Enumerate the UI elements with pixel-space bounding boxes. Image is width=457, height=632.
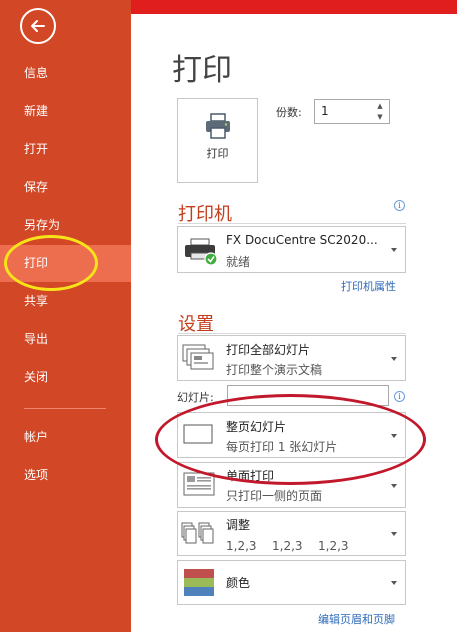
backstage-sidebar: 信息 新建 打开 保存 另存为 打印 共享 导出 关闭 帐户 选项 xyxy=(0,0,131,632)
sidebar-divider xyxy=(24,408,106,409)
chevron-down-icon xyxy=(391,357,397,361)
chevron-down-icon xyxy=(391,248,397,252)
collated-icon xyxy=(181,522,214,544)
arrow-left-icon xyxy=(31,20,45,32)
collate-col-3: 1,2,3 xyxy=(318,539,349,553)
color-main: 颜色 xyxy=(226,576,251,590)
sidebar-item-options[interactable]: 选项 xyxy=(0,457,131,494)
printer-status: 就绪 xyxy=(226,255,251,269)
color-swatch-icon xyxy=(184,569,214,596)
collate-main: 调整 xyxy=(226,518,251,532)
printer-properties-link[interactable]: 打印机属性 xyxy=(341,278,396,294)
chevron-down-icon xyxy=(391,532,397,536)
annotation-red-ellipse xyxy=(155,394,426,485)
collate-col-2: 1,2,3 xyxy=(272,539,303,553)
sidebar-item-save[interactable]: 保存 xyxy=(0,169,131,206)
annotation-yellow-circle xyxy=(4,235,98,291)
printer-info-icon[interactable]: i xyxy=(394,200,405,211)
copies-increment-icon[interactable]: ▲ xyxy=(375,101,385,111)
sidebar-item-open[interactable]: 打开 xyxy=(0,131,131,168)
sidebar-item-account[interactable]: 帐户 xyxy=(0,419,131,456)
sidebar-item-info[interactable]: 信息 xyxy=(0,55,131,92)
collate-dropdown[interactable]: 调整 1,2,3 1,2,3 1,2,3 xyxy=(177,511,406,556)
print-range-sub: 打印整个演示文稿 xyxy=(226,363,323,377)
edit-header-footer-link[interactable]: 编辑页眉和页脚 xyxy=(318,611,395,627)
printer-dropdown[interactable]: FX DocuCentre SC2020... 就绪 xyxy=(177,226,406,273)
copies-label: 份数: xyxy=(276,106,302,119)
print-button[interactable]: 打印 xyxy=(177,98,258,183)
collate-order: 1,2,3 1,2,3 1,2,3 xyxy=(226,539,364,553)
collate-col-1: 1,2,3 xyxy=(226,539,257,553)
color-dropdown[interactable]: 颜色 xyxy=(177,560,406,605)
copies-decrement-icon[interactable]: ▼ xyxy=(375,112,385,122)
printer-icon xyxy=(206,113,230,139)
chevron-down-icon xyxy=(391,484,397,488)
title-bar-strip xyxy=(131,0,457,14)
sidebar-item-new[interactable]: 新建 xyxy=(0,93,131,130)
copies-stepper[interactable]: 1 ▲ ▼ xyxy=(314,99,390,124)
printer-name: FX DocuCentre SC2020... xyxy=(226,233,378,247)
chevron-down-icon xyxy=(391,581,397,585)
sidebar-item-export[interactable]: 导出 xyxy=(0,321,131,358)
all-slides-icon xyxy=(182,344,214,370)
slides-info-icon[interactable]: i xyxy=(394,391,405,402)
settings-section-divider xyxy=(178,333,406,334)
page-title: 打印 xyxy=(172,53,232,88)
back-button[interactable] xyxy=(20,8,56,44)
print-range-dropdown[interactable]: 打印全部幻灯片 打印整个演示文稿 xyxy=(177,335,406,381)
print-button-label: 打印 xyxy=(206,147,229,160)
print-range-main: 打印全部幻灯片 xyxy=(226,343,311,357)
printer-ready-icon xyxy=(185,238,218,266)
printer-section-divider xyxy=(178,223,406,224)
copies-value: 1 xyxy=(321,104,329,118)
sidebar-item-close[interactable]: 关闭 xyxy=(0,359,131,396)
sides-sub: 只打印一侧的页面 xyxy=(226,489,323,503)
